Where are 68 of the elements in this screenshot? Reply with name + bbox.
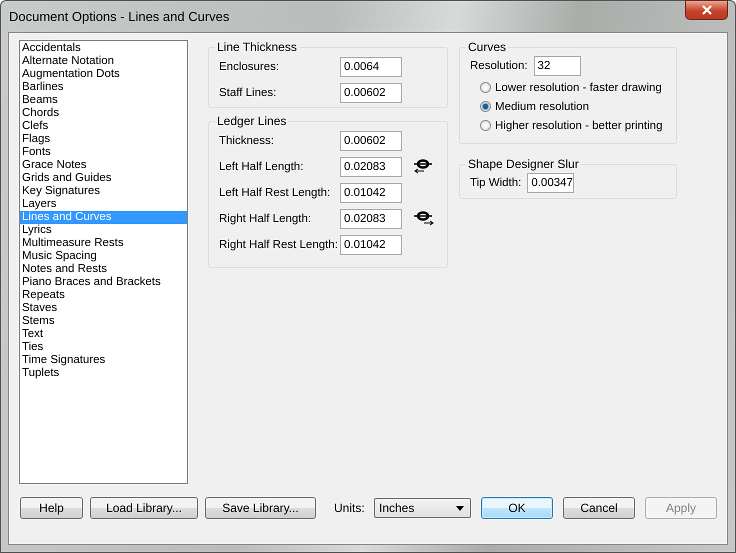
- field-label: Left Half Rest Length:: [219, 187, 332, 199]
- radio-button[interactable]: [480, 101, 491, 112]
- category-item[interactable]: Grids and Guides: [20, 172, 187, 185]
- category-item[interactable]: Piano Braces and Brackets: [20, 276, 187, 289]
- category-item[interactable]: Grace Notes: [20, 159, 187, 172]
- field-label: Tip Width:: [470, 177, 522, 189]
- close-icon: [700, 5, 712, 15]
- category-item[interactable]: Fonts: [20, 146, 187, 159]
- radio-option[interactable]: Medium resolution: [480, 97, 676, 116]
- category-item[interactable]: Flags: [20, 133, 187, 146]
- field-label: Staff Lines:: [219, 87, 278, 99]
- input-field[interactable]: 32: [534, 56, 581, 76]
- input-field[interactable]: 0.0064: [340, 57, 402, 77]
- category-item[interactable]: Time Signatures: [20, 354, 187, 367]
- input-field[interactable]: 0.02083: [340, 157, 402, 177]
- window-title: Document Options - Lines and Curves: [9, 9, 230, 24]
- units-dropdown[interactable]: Inches: [374, 498, 471, 518]
- group-title: Line Thickness: [216, 40, 298, 54]
- radio-button[interactable]: [480, 82, 491, 93]
- category-item[interactable]: Beams: [20, 94, 187, 107]
- group-title: Curves: [467, 40, 508, 54]
- field-label: Right Half Length:: [219, 213, 312, 225]
- category-item[interactable]: Ties: [20, 341, 187, 354]
- footer-button[interactable]: Help: [20, 497, 83, 519]
- field-label: Thickness:: [219, 135, 275, 147]
- category-item[interactable]: Augmentation Dots: [20, 68, 187, 81]
- radio-option[interactable]: Higher resolution - better printing: [480, 116, 676, 135]
- category-item[interactable]: Layers: [20, 198, 187, 211]
- category-item[interactable]: Text: [20, 328, 187, 341]
- category-item[interactable]: Repeats: [20, 289, 187, 302]
- close-button[interactable]: [685, 0, 728, 20]
- radio-label: Medium resolution: [495, 100, 589, 112]
- field-label: Right Half Rest Length:: [219, 239, 339, 251]
- category-item[interactable]: Staves: [20, 302, 187, 315]
- radio-label: Lower resolution - faster drawing: [495, 82, 662, 94]
- input-field[interactable]: 0.01042: [340, 183, 402, 203]
- radio-label: Higher resolution - better printing: [495, 120, 662, 132]
- category-item[interactable]: Key Signatures: [20, 185, 187, 198]
- field-label: Resolution:: [470, 60, 528, 72]
- category-item[interactable]: Accidentals: [20, 42, 187, 55]
- category-item[interactable]: Tuplets: [20, 367, 187, 380]
- units-label: Units:: [334, 501, 366, 515]
- input-field[interactable]: 0.01042: [340, 235, 402, 255]
- category-item[interactable]: Stems: [20, 315, 187, 328]
- footer-button[interactable]: Load Library...: [90, 497, 198, 519]
- input-field[interactable]: 0.02083: [340, 209, 402, 229]
- radio-button[interactable]: [480, 120, 491, 131]
- field-label: Left Half Length:: [219, 161, 304, 173]
- footer-button[interactable]: Save Library...: [205, 497, 316, 519]
- category-item[interactable]: Music Spacing: [20, 250, 187, 263]
- group-title: Ledger Lines: [216, 114, 288, 128]
- input-field[interactable]: 0.00602: [340, 83, 402, 103]
- input-field[interactable]: 0.00602: [340, 131, 402, 151]
- category-item[interactable]: Chords: [20, 107, 187, 120]
- radio-option[interactable]: Lower resolution - faster drawing: [480, 78, 676, 97]
- field-label: Enclosures:: [219, 61, 280, 73]
- category-item[interactable]: Alternate Notation: [20, 55, 187, 68]
- category-item[interactable]: Barlines: [20, 81, 187, 94]
- input-field[interactable]: 0.00347: [527, 173, 574, 193]
- dialog-button[interactable]: OK: [481, 497, 553, 519]
- caret-icon: [456, 506, 464, 510]
- ledger-arrow-icon[interactable]: [412, 211, 436, 227]
- category-item[interactable]: Lyrics: [20, 224, 187, 237]
- category-item[interactable]: Notes and Rests: [20, 263, 187, 276]
- category-item[interactable]: Multimeasure Rests: [20, 237, 187, 250]
- group-title: Shape Designer Slur: [467, 157, 580, 171]
- dialog-button[interactable]: Cancel: [563, 497, 635, 519]
- category-item[interactable]: Clefs: [20, 120, 187, 133]
